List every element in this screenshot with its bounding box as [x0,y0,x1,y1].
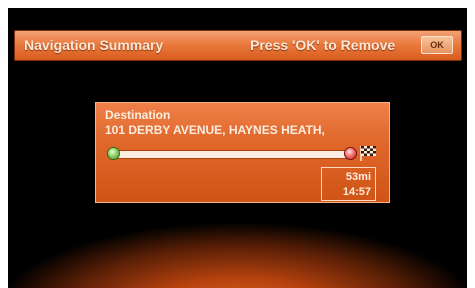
ok-button[interactable]: OK [421,36,453,54]
start-marker-icon [107,147,120,160]
destination-card[interactable]: Destination 101 DERBY AVENUE, HAYNES HEA… [95,102,390,203]
destination-address: 101 DERBY AVENUE, HAYNES HEATH, [105,123,325,137]
distance-remaining: 53mi [345,171,371,183]
route-progress-track [116,150,349,159]
destination-label: Destination [105,108,171,122]
end-marker-icon [344,147,357,160]
navigation-screen: Navigation Summary Press 'OK' to Remove … [8,8,467,288]
arrival-time: 14:57 [342,186,371,198]
remove-hint: Press 'OK' to Remove [250,37,396,53]
checkered-flag-icon [360,146,376,161]
trip-summary-box: 53mi 14:57 [321,167,376,201]
page-title: Navigation Summary [24,37,164,53]
header-bar: Navigation Summary Press 'OK' to Remove … [14,30,462,61]
